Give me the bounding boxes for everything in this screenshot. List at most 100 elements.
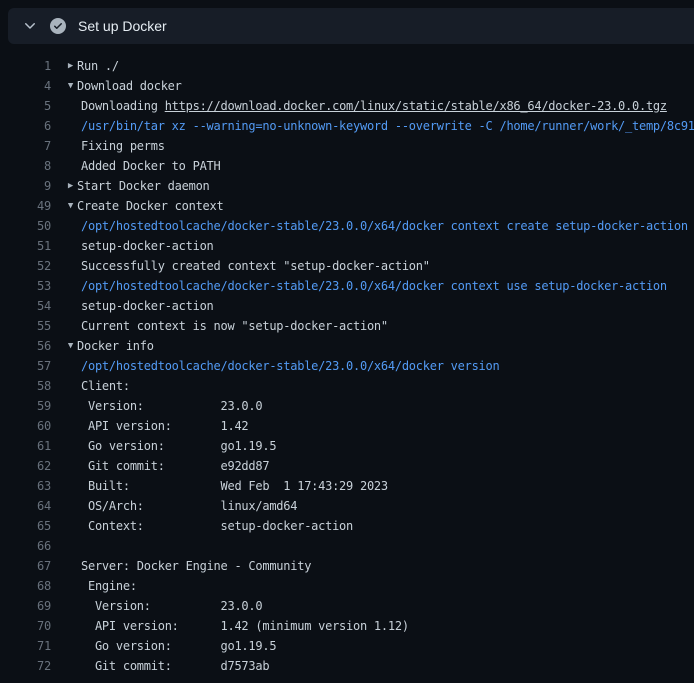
indent-spacer: [51, 316, 77, 336]
line-number[interactable]: 71: [0, 636, 51, 656]
log-line: 71 Go version: go1.19.5: [0, 636, 694, 656]
log-text: Downloading: [81, 99, 165, 113]
log-text: OS/Arch: linux/amd64: [77, 496, 297, 516]
log-line: 59 Version: 23.0.0: [0, 396, 694, 416]
log-text: setup-docker-action: [77, 296, 214, 316]
log-line: 52 Successfully created context "setup-d…: [0, 256, 694, 276]
log-text[interactable]: Docker info: [77, 336, 154, 356]
log-text: Server: Docker Engine - Community: [77, 556, 311, 576]
log-line: 54 setup-docker-action: [0, 296, 694, 316]
log-line: 53 /opt/hostedtoolcache/docker-stable/23…: [0, 276, 694, 296]
line-number[interactable]: 4: [0, 76, 51, 96]
log-link[interactable]: https://download.docker.com/linux/static…: [165, 99, 667, 113]
log-text: Version: 23.0.0: [77, 396, 262, 416]
log-text[interactable]: Run ./: [77, 56, 119, 76]
indent-spacer: [51, 456, 77, 476]
indent-spacer: [51, 636, 77, 656]
line-number[interactable]: 49: [0, 196, 51, 216]
log-line: 4 ▼ Download docker: [0, 76, 694, 96]
indent-spacer: [51, 156, 77, 176]
log-text: Go version: go1.19.5: [77, 436, 276, 456]
line-number[interactable]: 1: [0, 56, 51, 76]
indent-spacer: [51, 596, 77, 616]
indent-spacer: [51, 656, 77, 676]
line-number[interactable]: 8: [0, 156, 51, 176]
log-text: Engine:: [77, 576, 137, 596]
chevron-down-icon[interactable]: [22, 18, 38, 34]
line-number[interactable]: 63: [0, 476, 51, 496]
indent-spacer: [51, 96, 77, 116]
log-text[interactable]: Download docker: [77, 76, 182, 96]
indent-spacer: [51, 516, 77, 536]
indent-spacer: [51, 436, 77, 456]
line-number[interactable]: 9: [0, 176, 51, 196]
line-number[interactable]: 6: [0, 116, 51, 136]
check-circle-icon: [50, 18, 66, 34]
log-text: /opt/hostedtoolcache/docker-stable/23.0.…: [77, 356, 499, 376]
line-number[interactable]: 62: [0, 456, 51, 476]
line-number[interactable]: 55: [0, 316, 51, 336]
indent-spacer: [51, 416, 77, 436]
log-line: 64 OS/Arch: linux/amd64: [0, 496, 694, 516]
line-number[interactable]: 67: [0, 556, 51, 576]
line-number[interactable]: 59: [0, 396, 51, 416]
line-number[interactable]: 72: [0, 656, 51, 676]
indent-spacer: [51, 116, 77, 136]
triangle-down-icon[interactable]: ▼: [51, 76, 77, 96]
triangle-right-icon[interactable]: ▶: [51, 56, 77, 76]
line-number[interactable]: 7: [0, 136, 51, 156]
indent-spacer: [51, 476, 77, 496]
log-line: 5 Downloading https://download.docker.co…: [0, 96, 694, 116]
log-text: Successfully created context "setup-dock…: [77, 256, 430, 276]
log-text: Git commit: e92dd87: [77, 456, 269, 476]
line-number[interactable]: 66: [0, 536, 51, 556]
line-number[interactable]: 50: [0, 216, 51, 236]
log-line: 61 Go version: go1.19.5: [0, 436, 694, 456]
log-line: 1 ▶ Run ./: [0, 56, 694, 76]
step-title: Set up Docker: [78, 18, 167, 34]
indent-spacer: [51, 296, 77, 316]
line-number[interactable]: 56: [0, 336, 51, 356]
log-line: 9 ▶ Start Docker daemon: [0, 176, 694, 196]
line-number[interactable]: 52: [0, 256, 51, 276]
indent-spacer: [51, 536, 77, 556]
indent-spacer: [51, 356, 77, 376]
line-number[interactable]: 64: [0, 496, 51, 516]
line-number[interactable]: 70: [0, 616, 51, 636]
line-number[interactable]: 61: [0, 436, 51, 456]
line-number[interactable]: 54: [0, 296, 51, 316]
log-line: 60 API version: 1.42: [0, 416, 694, 436]
line-number[interactable]: 68: [0, 576, 51, 596]
line-number[interactable]: 5: [0, 96, 51, 116]
log-text: /opt/hostedtoolcache/docker-stable/23.0.…: [77, 276, 667, 296]
log-text: Version: 23.0.0: [77, 596, 262, 616]
log-text: Git commit: d7573ab: [77, 656, 269, 676]
log-text: [77, 536, 81, 556]
indent-spacer: [51, 376, 77, 396]
triangle-down-icon[interactable]: ▼: [51, 336, 77, 356]
line-number[interactable]: 65: [0, 516, 51, 536]
line-number[interactable]: 58: [0, 376, 51, 396]
line-number[interactable]: 69: [0, 596, 51, 616]
log-line: 72 Git commit: d7573ab: [0, 656, 694, 676]
log-line: 7 Fixing perms: [0, 136, 694, 156]
log-text: Context: setup-docker-action: [77, 516, 353, 536]
indent-spacer: [51, 276, 77, 296]
log-text[interactable]: Create Docker context: [77, 196, 223, 216]
triangle-down-icon[interactable]: ▼: [51, 196, 77, 216]
log-text: API version: 1.42 (minimum version 1.12): [77, 616, 409, 636]
line-number[interactable]: 60: [0, 416, 51, 436]
indent-spacer: [51, 616, 77, 636]
log-text: Downloading https://download.docker.com/…: [77, 96, 667, 116]
step-header[interactable]: Set up Docker: [8, 8, 694, 44]
log-line: 56 ▼ Docker info: [0, 336, 694, 356]
triangle-right-icon[interactable]: ▶: [51, 176, 77, 196]
line-number[interactable]: 51: [0, 236, 51, 256]
line-number[interactable]: 53: [0, 276, 51, 296]
indent-spacer: [51, 256, 77, 276]
log-line: 8 Added Docker to PATH: [0, 156, 694, 176]
log-text[interactable]: Start Docker daemon: [77, 176, 210, 196]
log-line: 70 API version: 1.42 (minimum version 1.…: [0, 616, 694, 636]
line-number[interactable]: 57: [0, 356, 51, 376]
log-line: 67 Server: Docker Engine - Community: [0, 556, 694, 576]
